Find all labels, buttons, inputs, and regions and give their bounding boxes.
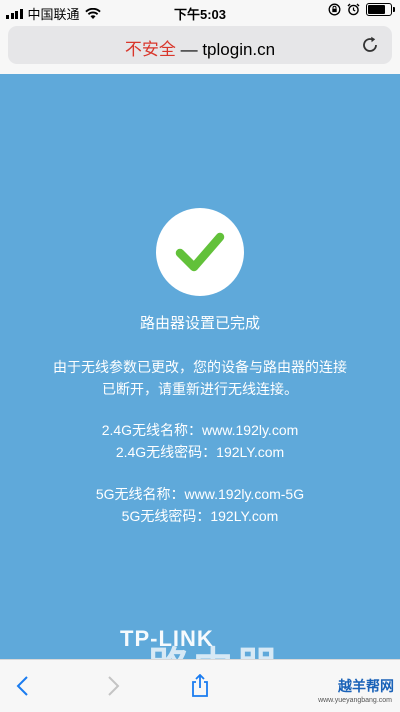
checkmark-icon bbox=[175, 232, 225, 272]
url-display[interactable]: 不安全 — tplogin.cn bbox=[8, 35, 392, 60]
alarm-icon bbox=[347, 3, 360, 16]
status-right bbox=[328, 3, 395, 16]
status-bar: 中国联通 下午5:03 bbox=[0, 0, 400, 24]
battery-icon bbox=[366, 3, 395, 16]
disconnect-message: 由于无线参数已更改，您的设备与路由器的连接已断开，请重新进行无线连接。 bbox=[53, 359, 347, 397]
wifi-5-name: 5G无线名称：www.192ly.com-5G bbox=[95, 486, 305, 502]
site-watermark-url: www.yueyangbang.com bbox=[318, 697, 392, 704]
watermark-bottom-text bbox=[224, 650, 260, 692]
back-icon[interactable] bbox=[12, 674, 36, 698]
wifi-24-name: 2.4G无线名称：www.192ly.com bbox=[101, 422, 299, 438]
address-bar[interactable]: 不安全 — tplogin.cn bbox=[8, 26, 392, 64]
success-badge bbox=[156, 208, 244, 296]
wifi-5-password: 5G无线密码：192LY.com bbox=[121, 508, 279, 524]
reload-icon[interactable] bbox=[360, 35, 380, 55]
security-warning: 不安全 bbox=[124, 40, 176, 59]
site-watermark-name: 越羊帮网 bbox=[338, 678, 394, 694]
url-separator: — bbox=[175, 40, 203, 59]
url-domain: tplogin.cn bbox=[202, 40, 276, 59]
wifi-24-password: 2.4G无线密码：192LY.com bbox=[115, 444, 285, 460]
page-title: 路由器设置已完成 bbox=[139, 315, 260, 332]
share-icon[interactable] bbox=[188, 674, 212, 698]
page-content: 路由器设置已完成 由于无线参数已更改，您的设备与路由器的连接已断开，请重新进行无… bbox=[0, 74, 400, 691]
lock-rotation-icon bbox=[328, 3, 341, 16]
forward-icon[interactable] bbox=[100, 674, 124, 698]
